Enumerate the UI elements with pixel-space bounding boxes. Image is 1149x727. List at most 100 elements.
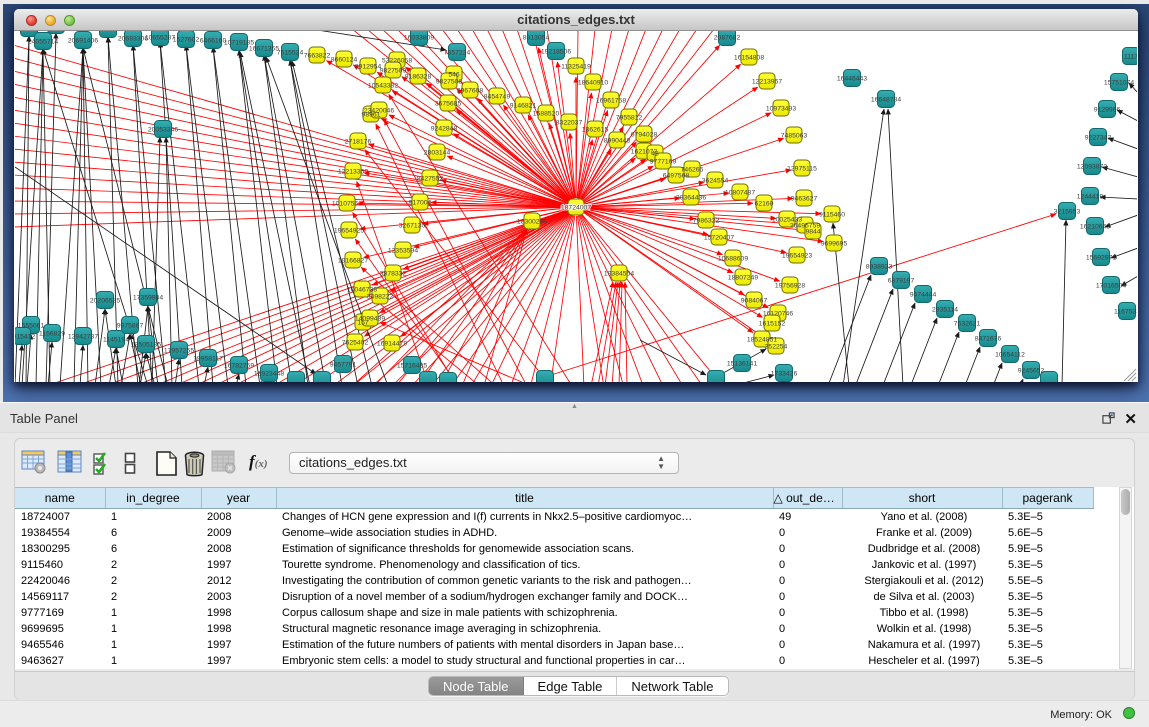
svg-text:18724007: 18724007 bbox=[561, 204, 591, 211]
svg-text:10688609: 10688609 bbox=[718, 255, 748, 262]
svg-text:10807487: 10807487 bbox=[725, 189, 755, 196]
svg-text:18524851: 18524851 bbox=[747, 336, 777, 343]
svg-text:9457791: 9457791 bbox=[330, 361, 357, 368]
svg-text:16671355: 16671355 bbox=[249, 45, 279, 52]
svg-text:20206535: 20206535 bbox=[90, 297, 120, 304]
svg-text:23420046: 23420046 bbox=[364, 107, 394, 114]
svg-text:3215953: 3215953 bbox=[1054, 208, 1081, 215]
svg-text:10107552: 10107552 bbox=[332, 200, 362, 207]
svg-text:12213967: 12213967 bbox=[752, 78, 782, 85]
svg-text:917004: 917004 bbox=[409, 199, 432, 206]
svg-text:1156829: 1156829 bbox=[39, 330, 65, 337]
svg-text:19166827: 19166827 bbox=[338, 257, 368, 264]
svg-text:7955812: 7955812 bbox=[616, 114, 643, 121]
svg-text:7663822: 7663822 bbox=[304, 52, 331, 59]
svg-text:3915412: 3915412 bbox=[15, 333, 35, 340]
svg-text:9474444: 9474444 bbox=[910, 291, 937, 298]
svg-text:8427552: 8427552 bbox=[417, 175, 444, 182]
svg-text:18300295: 18300295 bbox=[517, 218, 547, 225]
svg-text:18807249: 18807249 bbox=[728, 274, 758, 281]
svg-text:16033809: 16033809 bbox=[404, 34, 434, 41]
svg-text:2803144: 2803144 bbox=[424, 149, 451, 156]
svg-text:9975867: 9975867 bbox=[117, 322, 144, 329]
svg-text:16120746: 16120746 bbox=[763, 310, 793, 317]
svg-text:12942737: 12942737 bbox=[68, 333, 98, 340]
svg-text:9245652: 9245652 bbox=[1018, 367, 1045, 374]
svg-text:12505135: 12505135 bbox=[131, 341, 161, 348]
svg-text:8471676: 8471676 bbox=[975, 335, 1002, 342]
svg-text:2935114: 2935114 bbox=[932, 306, 958, 313]
svg-text:9129966: 9129966 bbox=[1094, 106, 1121, 113]
svg-text:19654923: 19654923 bbox=[782, 252, 812, 259]
svg-text:3267130: 3267130 bbox=[399, 222, 426, 229]
svg-text:19958117: 19958117 bbox=[193, 355, 223, 362]
svg-text:16782759: 16782759 bbox=[224, 362, 254, 369]
svg-text:12093872: 12093872 bbox=[1077, 163, 1107, 170]
svg-text:16210643: 16210643 bbox=[1080, 223, 1110, 230]
svg-text:17957255: 17957255 bbox=[164, 347, 194, 354]
svg-text:16914479: 16914479 bbox=[377, 340, 407, 347]
svg-text:12353594: 12353594 bbox=[388, 247, 418, 254]
svg-text:20691406: 20691406 bbox=[68, 37, 98, 44]
svg-text:1117: 1117 bbox=[1124, 53, 1137, 60]
svg-text:11325419: 11325419 bbox=[561, 63, 591, 70]
svg-text:3675685: 3675685 bbox=[435, 100, 462, 107]
svg-text:17359934: 17359934 bbox=[133, 294, 163, 301]
svg-text:12213369: 12213369 bbox=[338, 168, 368, 175]
svg-text:3624554: 3624554 bbox=[702, 177, 729, 184]
svg-text:10543382: 10543382 bbox=[368, 82, 398, 89]
svg-text:15692971: 15692971 bbox=[1086, 254, 1116, 261]
svg-text:19756928: 19756928 bbox=[775, 282, 805, 289]
svg-text:9463627: 9463627 bbox=[791, 195, 818, 202]
svg-text:24055714: 24055714 bbox=[28, 38, 58, 45]
svg-text:8660124: 8660124 bbox=[331, 56, 358, 63]
svg-text:8912954: 8912954 bbox=[355, 63, 382, 70]
svg-text:1167533: 1167533 bbox=[1114, 308, 1137, 315]
svg-text:19384554: 19384554 bbox=[604, 270, 634, 277]
svg-text:16446443: 16446443 bbox=[837, 75, 867, 82]
svg-text:9084067: 9084067 bbox=[741, 297, 768, 304]
svg-text:19654925: 19654925 bbox=[334, 227, 364, 234]
svg-text:8454749: 8454749 bbox=[484, 93, 511, 100]
svg-text:15720407: 15720407 bbox=[704, 234, 734, 241]
svg-text:16648784: 16648784 bbox=[871, 96, 901, 103]
svg-text:7625402: 7625402 bbox=[342, 339, 369, 346]
svg-text:7632621: 7632621 bbox=[954, 320, 981, 327]
svg-text:9227342: 9227342 bbox=[1085, 134, 1112, 141]
svg-text:7515524: 7515524 bbox=[277, 49, 304, 56]
svg-text:7357224: 7357224 bbox=[444, 49, 471, 56]
svg-text:2087682: 2087682 bbox=[714, 34, 741, 41]
svg-text:16154808: 16154808 bbox=[734, 54, 764, 61]
svg-text:9827509: 9827509 bbox=[380, 67, 407, 74]
svg-text:9844: 9844 bbox=[805, 228, 820, 235]
svg-text:3498222: 3498222 bbox=[367, 293, 394, 300]
svg-text:8938923: 8938923 bbox=[866, 263, 893, 270]
svg-text:10973493: 10973493 bbox=[766, 105, 796, 112]
svg-text:1244419: 1244419 bbox=[1077, 193, 1104, 200]
svg-text:252254: 252254 bbox=[765, 343, 788, 350]
svg-text:20053346: 20053346 bbox=[148, 126, 178, 133]
svg-text:9146821: 9146821 bbox=[510, 102, 537, 109]
svg-text:19218506: 19218506 bbox=[541, 48, 571, 55]
svg-text:8186328: 8186328 bbox=[405, 73, 432, 80]
svg-text:1527602: 1527602 bbox=[173, 36, 200, 43]
svg-text:45: 45 bbox=[651, 150, 659, 157]
svg-text:2967608: 2967608 bbox=[457, 87, 484, 94]
svg-text:9115460: 9115460 bbox=[819, 211, 845, 218]
svg-text:17016504: 17016504 bbox=[1096, 282, 1126, 289]
svg-text:9827508: 9827508 bbox=[436, 78, 463, 85]
svg-text:15136141: 15136141 bbox=[727, 360, 757, 367]
svg-text:3878332: 3878332 bbox=[380, 270, 407, 277]
svg-text:20364436: 20364436 bbox=[676, 194, 706, 201]
svg-text:14099489: 14099489 bbox=[355, 315, 385, 322]
svg-text:15751074: 15751074 bbox=[1104, 79, 1134, 86]
svg-text:1588520: 1588520 bbox=[533, 110, 560, 117]
svg-text:10654112: 10654112 bbox=[995, 351, 1025, 358]
svg-text:6466160: 6466160 bbox=[200, 37, 227, 44]
svg-text:18640910: 18640910 bbox=[578, 79, 608, 86]
svg-text:1733426: 1733426 bbox=[771, 370, 798, 377]
svg-text:6497568: 6497568 bbox=[663, 172, 690, 179]
svg-text:15716485: 15716485 bbox=[397, 362, 427, 369]
svg-text:1145194: 1145194 bbox=[103, 336, 129, 343]
svg-text:8813054: 8813054 bbox=[523, 34, 550, 41]
